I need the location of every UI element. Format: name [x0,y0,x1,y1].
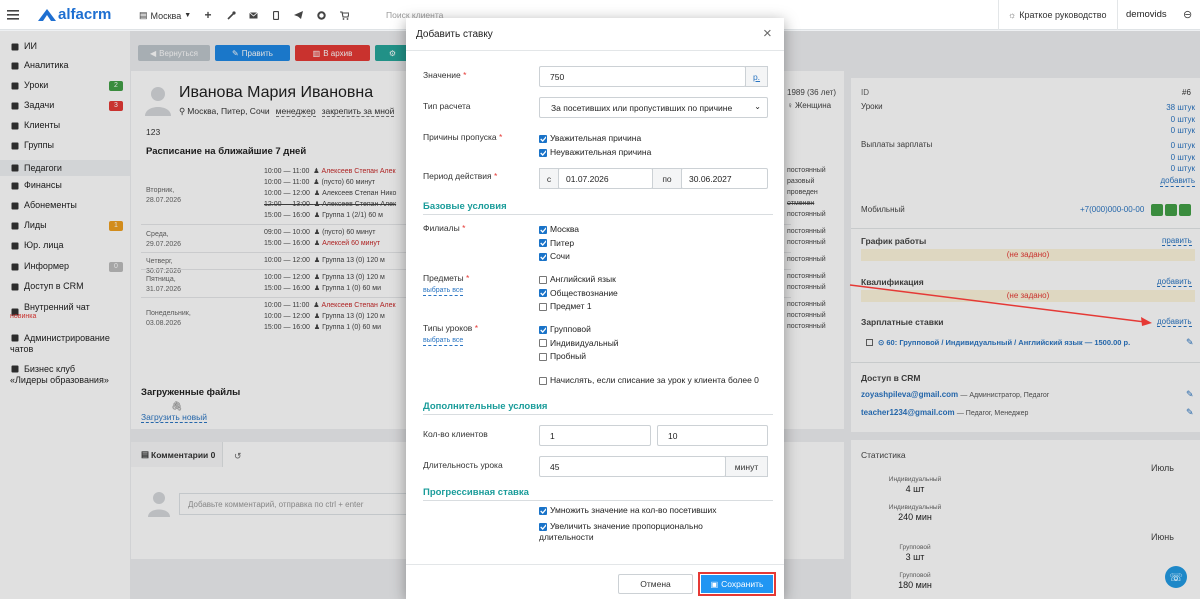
subjects-select-all[interactable]: выбрать все [423,286,464,296]
branch-checkbox[interactable]: Питер [539,238,574,249]
branch-checkbox[interactable]: Москва [539,224,579,235]
building-icon: ▤ [139,10,148,20]
add-rate-modal: Добавить ставку × Значение * 750 р. Тип … [406,18,784,599]
value-label: Значение * [423,70,467,80]
base-section-title: Базовые условия [423,201,773,215]
branch-selector[interactable]: ▤ Москва ▼ [139,10,191,21]
subject-checkbox[interactable]: Английский язык [539,274,616,285]
wrench-icon[interactable] [226,7,236,23]
modal-title: Добавить ставку [416,29,493,40]
lesson-type-checkbox[interactable]: Пробный [539,351,586,362]
duration-label: Длительность урока [423,460,503,470]
period-to-prefix: по [652,168,682,189]
skip-valid-checkbox[interactable]: Уважительная причина [539,133,641,144]
period-label: Период действия * [423,171,498,181]
floppy-icon: ▣ [710,579,719,589]
branches-label: Филиалы * [423,223,466,233]
checkbox-empty-icon [539,275,547,284]
divider [998,0,999,30]
divider [406,50,784,51]
subject-checkbox[interactable]: Обществознание [539,288,618,299]
lesson-type-checkbox[interactable]: Индивидуальный [539,338,619,349]
checkbox-empty-icon [539,376,547,385]
value-input[interactable]: 750 [539,66,746,87]
divider [406,564,784,565]
calc-select[interactable]: За посетивших или пропустивших по причин… [539,97,768,118]
cancel-button[interactable]: Отмена [618,574,693,594]
period-from-prefix: с [539,168,559,189]
save-highlight: ▣ Сохранить [698,572,776,596]
branch-label: Москва [150,10,182,21]
logo-icon [36,7,58,23]
skip-label: Причины пропуска * [423,132,503,142]
guide-label: Краткое руководство [1019,10,1107,20]
logout-icon[interactable]: ⊖ [1183,8,1192,21]
save-button[interactable]: ▣ Сохранить [701,575,773,593]
phone-icon[interactable] [271,7,281,23]
guide-link[interactable]: ☼ Краткое руководство [1008,10,1106,20]
branch-checkbox[interactable]: Сочи [539,251,570,262]
checkbox-checked-icon [539,252,547,261]
subject-checkbox[interactable]: Предмет 1 [539,301,592,312]
checkbox-checked-icon [539,134,547,143]
checkbox-empty-icon [539,302,547,311]
username[interactable]: demovids [1126,9,1167,20]
calc-select-value: За посетивших или пропустивших по причин… [551,102,733,113]
extra-section-title: Дополнительные условия [423,401,773,415]
lesson-types-label: Типы уроков * [423,323,478,333]
checkbox-checked-icon [539,239,547,247]
proportional-checkbox[interactable]: Увеличить значение пропорционально длител… [539,521,739,543]
checkbox-checked-icon [539,225,547,234]
period-from-input[interactable]: 01.07.2026 [558,168,653,189]
duration-unit: минут [725,456,768,477]
checkbox-checked-icon [539,522,547,531]
mail-icon[interactable] [248,7,258,23]
multiply-checkbox[interactable]: Умножить значение на кол-во посетивших [539,505,717,516]
subjects-label: Предметы * [423,273,470,283]
clients-min-input[interactable]: 1 [539,425,651,446]
checkbox-checked-icon [539,289,547,297]
settings-icon[interactable] [316,7,326,23]
checkbox-checked-icon [539,148,547,157]
caret-down-icon: ▼ [184,12,192,19]
logo-text[interactable]: alfacrm [58,6,111,23]
annotation-arrow [849,284,1152,326]
checkbox-checked-icon [539,506,547,515]
lesson-types-select-all[interactable]: выбрать все [423,336,464,346]
lightbulb-icon: ☼ [1008,10,1017,20]
checkbox-checked-icon [539,325,547,334]
calc-label: Тип расчета [423,101,471,111]
period-to-input[interactable]: 30.06.2027 [681,168,768,189]
clients-max-input[interactable]: 10 [657,425,768,446]
checkbox-empty-icon [539,339,547,347]
chevron-down-icon: ⌄ [754,102,761,111]
lesson-type-checkbox[interactable]: Групповой [539,324,591,335]
skip-invalid-checkbox[interactable]: Неуважительная причина [539,147,651,158]
checkbox-empty-icon [539,352,547,361]
chat-widget-icon[interactable]: ☏ [1165,566,1187,588]
plus-icon[interactable]: + [203,7,213,23]
duration-input[interactable]: 45 [539,456,726,477]
progressive-section-title: Прогрессивная ставка [423,487,773,501]
menu-icon[interactable] [6,7,20,23]
divider [1117,0,1118,30]
charge-checkbox[interactable]: Начислять, если списание за урок у клиен… [539,375,759,386]
cart-icon[interactable] [339,7,349,23]
close-icon[interactable]: × [763,26,772,41]
currency-addon[interactable]: р. [745,66,768,87]
telegram-icon[interactable] [293,7,303,23]
clients-label: Кол-во клиентов [423,429,488,439]
